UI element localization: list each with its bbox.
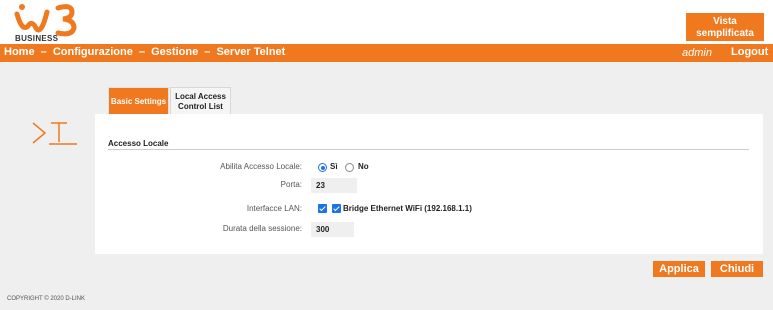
section-title: Accesso Locale [108, 139, 169, 148]
simplified-view-button[interactable]: Vista semplificata [686, 13, 764, 41]
lan-interfaces-label: Interfacce LAN: [246, 204, 302, 213]
enable-yes-radio[interactable] [318, 163, 327, 172]
lan-bridge-label: Bridge Ethernet WiFi (192.168.1.1) [343, 204, 472, 213]
breadcrumb-server-telnet: Server Telnet [216, 46, 286, 58]
enable-local-access-label: Abilita Accesso Locale: [220, 162, 302, 171]
copyright-text: COPYRIGHT © 2020 D-LINK [7, 296, 85, 302]
nav-bar: Home – Configurazione – Gestione – Serve… [0, 44, 773, 62]
section-divider [108, 149, 749, 150]
breadcrumb-gestione[interactable]: Gestione [151, 46, 198, 58]
logout-link[interactable]: Logout [731, 46, 768, 58]
close-button[interactable]: Chiudi [711, 261, 763, 277]
breadcrumb: Home – Configurazione – Gestione – Serve… [4, 46, 285, 58]
breadcrumb-separator: – [40, 46, 47, 58]
breadcrumb-separator: – [138, 46, 146, 58]
apply-button[interactable]: Applica [653, 261, 705, 277]
tab-local-access-control-list[interactable]: Local Access Control List [170, 87, 231, 115]
lan-all-checkbox[interactable] [318, 204, 327, 213]
enable-no-label: No [358, 162, 369, 171]
enable-yes-label: Sì [330, 162, 338, 171]
logo-business-text: BUSINESS [15, 34, 59, 43]
session-duration-input[interactable]: 300 [311, 222, 354, 237]
port-label: Porta: [280, 180, 302, 189]
lan-bridge-checkbox[interactable] [332, 204, 341, 213]
user-name: admin [682, 47, 712, 59]
breadcrumb-home[interactable]: Home [4, 46, 35, 58]
breadcrumb-separator: – [204, 46, 211, 58]
top-header: BUSINESS Vista semplificata [0, 0, 773, 44]
session-duration-label: Durata della sessione: [222, 224, 302, 233]
tab-basic-settings[interactable]: Basic Settings [108, 87, 169, 115]
settings-panel: Accesso Locale Abilita Accesso Locale: S… [95, 114, 763, 254]
port-input[interactable]: 23 [311, 178, 357, 193]
telnet-icon [32, 122, 77, 145]
breadcrumb-configurazione[interactable]: Configurazione [53, 46, 133, 58]
enable-no-radio[interactable] [345, 163, 354, 172]
